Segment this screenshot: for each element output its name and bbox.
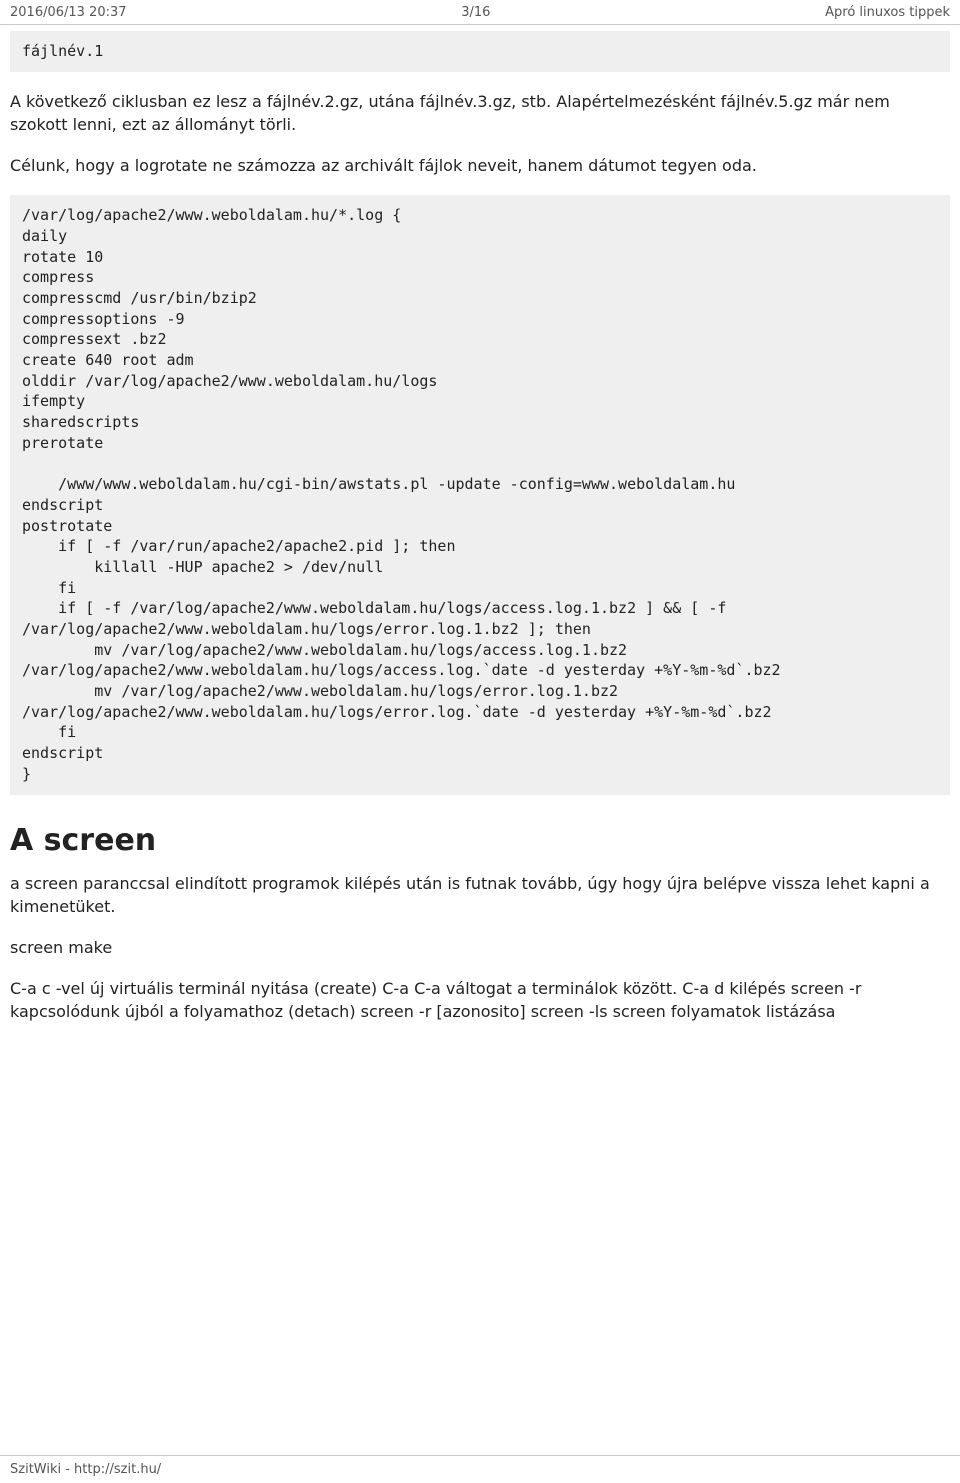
header-title: Apró linuxos tippek: [825, 5, 950, 20]
page-footer: SzitWiki - http://szit.hu/: [0, 1455, 960, 1483]
paragraph-goal: Célunk, hogy a logrotate ne számozza az …: [10, 154, 950, 177]
paragraph-screen-make: screen make: [10, 936, 950, 959]
section-heading-screen: A screen: [10, 823, 950, 858]
header-page-number: 3/16: [461, 5, 490, 20]
footer-text: SzitWiki - http://szit.hu/: [10, 1462, 161, 1477]
paragraph-cycle: A következő ciklusban ez lesz a fájlnév.…: [10, 90, 950, 136]
paragraph-screen-intro: a screen paranccsal elindított programok…: [10, 872, 950, 918]
paragraph-screen-keys: C-a c -vel új virtuális terminál nyitása…: [10, 977, 950, 1023]
page-content: fájlnév.1 A következő ciklusban ez lesz …: [0, 31, 960, 1141]
code-block-logrotate: /var/log/apache2/www.weboldalam.hu/*.log…: [10, 195, 950, 794]
header-timestamp: 2016/06/13 20:37: [10, 5, 127, 20]
code-block-filename: fájlnév.1: [10, 31, 950, 72]
page: 2016/06/13 20:37 3/16 Apró linuxos tippe…: [0, 0, 960, 1483]
page-header: 2016/06/13 20:37 3/16 Apró linuxos tippe…: [0, 0, 960, 25]
